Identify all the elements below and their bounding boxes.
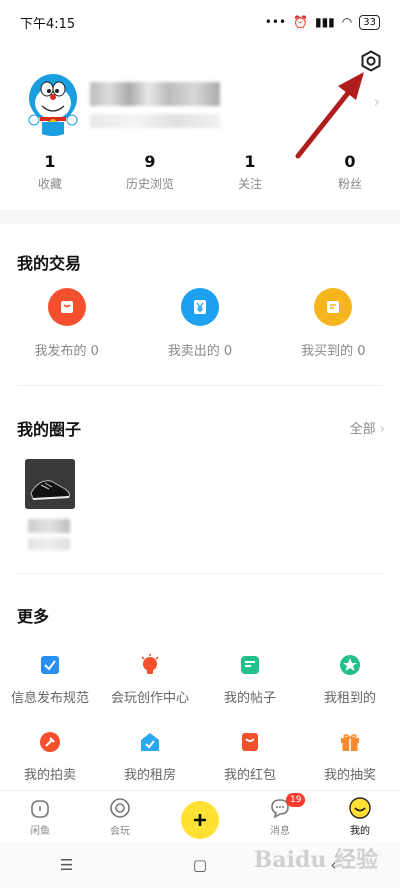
stat-value: 9 [144, 152, 156, 171]
signal-icon: ▮▮▮ [314, 15, 335, 29]
circle-name-redacted [28, 519, 70, 533]
yuan-icon [180, 288, 219, 326]
more-item-creator-center[interactable]: 会玩创作中心 [100, 653, 200, 706]
circle-info-redacted [28, 538, 70, 550]
more-item-label: 我的红包 [223, 768, 276, 783]
menu-icon[interactable]: ☰ [47, 850, 87, 880]
user-info-redacted [90, 114, 220, 128]
smiley-icon [349, 797, 371, 819]
more-item-label: 我的租房 [123, 768, 176, 783]
status-icons: ••• ⏰ ▮▮▮ ◠ 33 [264, 14, 380, 30]
tab-label: 闲鱼 [30, 826, 50, 837]
trade-sold[interactable]: 我卖出的 0 [133, 288, 266, 359]
more-item-label: 我租到的 [323, 691, 376, 706]
divider [17, 573, 383, 574]
bottom-tab-bar: 闲鱼 会玩 19 消息 我的 [0, 790, 400, 841]
more-item-my-posts[interactable]: 我的帖子 [200, 653, 300, 706]
doraemon-avatar-icon [28, 74, 78, 136]
status-time: 下午4:15 [20, 16, 76, 32]
star-badge-icon [338, 653, 362, 677]
trade-bought[interactable]: 我买到的 0 [267, 288, 400, 359]
more-grid-row1: 信息发布规范 会玩创作中心 我的帖子 我租到的 [0, 653, 400, 706]
more-item-rented[interactable]: 我租到的 [300, 653, 400, 706]
publish-button[interactable] [181, 801, 219, 839]
gear-icon [361, 50, 381, 72]
stat-value: 1 [244, 152, 256, 171]
wifi-icon: ◠ [341, 15, 353, 29]
stat-value: 1 [44, 152, 56, 171]
list-icon [314, 288, 353, 326]
stat-history[interactable]: 9 历史浏览 [100, 152, 200, 196]
lightbulb-icon [138, 653, 162, 677]
circle-all-label: 全部 [349, 422, 376, 437]
more-item-label: 会玩创作中心 [110, 691, 189, 706]
chevron-right-icon: › [379, 422, 385, 437]
trade-label: 我卖出的 0 [167, 344, 233, 359]
trade-label: 我买到的 0 [301, 344, 366, 359]
more-item-lottery[interactable]: 我的抽奖 [300, 730, 400, 783]
stat-favorites[interactable]: 1 收藏 [0, 152, 100, 196]
tab-messages[interactable]: 19 消息 [240, 791, 320, 841]
circle-section-title: 我的圈子 [17, 420, 82, 439]
stat-label: 收藏 [37, 177, 62, 191]
watermark: Baidu 经验 [253, 847, 378, 873]
more-grid-row2: 我的拍卖 我的租房 我的红包 我的抽奖 [0, 730, 400, 783]
checkmark-doc-icon [38, 653, 62, 677]
trade-section-title: 我的交易 [17, 254, 82, 273]
stat-label: 关注 [237, 177, 262, 191]
username-redacted [90, 82, 220, 106]
play-circle-icon [110, 798, 130, 818]
tab-label: 会玩 [110, 826, 130, 837]
chevron-right-icon: › [373, 92, 380, 111]
sneaker-photo-icon [25, 459, 75, 509]
trade-published[interactable]: 我发布的 0 [0, 288, 133, 359]
alarm-icon: ⏰ [293, 15, 308, 29]
stat-label: 粉丝 [337, 177, 362, 191]
stat-value: 0 [344, 152, 356, 171]
trade-section: 我发布的 0 我卖出的 0 我买到的 0 [0, 288, 400, 359]
more-item-label: 我的拍卖 [23, 768, 76, 783]
more-section-title: 更多 [17, 607, 50, 626]
more-item-auction[interactable]: 我的拍卖 [0, 730, 100, 783]
more-item-label: 信息发布规范 [10, 691, 89, 706]
tab-label: 消息 [270, 826, 290, 837]
house-icon [138, 730, 162, 754]
profile-header[interactable]: › [20, 70, 390, 148]
tab-label: 我的 [350, 826, 370, 837]
divider [17, 385, 383, 386]
gavel-icon [38, 730, 62, 754]
dots-icon: ••• [264, 15, 287, 29]
avatar[interactable] [20, 70, 86, 136]
circle-thumbnail[interactable] [25, 459, 75, 509]
stat-label: 历史浏览 [125, 177, 174, 191]
section-gap [0, 210, 400, 224]
trade-label: 我发布的 0 [34, 344, 99, 359]
bag-icon [47, 288, 86, 326]
home-square-icon[interactable]: ▢ [180, 850, 220, 880]
stat-following[interactable]: 1 关注 [200, 152, 300, 196]
tab-xianyu[interactable]: 闲鱼 [0, 791, 80, 841]
profile-stats: 1 收藏 9 历史浏览 1 关注 0 粉丝 [0, 152, 400, 196]
tab-huiwan[interactable]: 会玩 [80, 791, 160, 841]
plus-icon [194, 814, 206, 826]
red-packet-icon [238, 730, 262, 754]
gift-icon [338, 730, 362, 754]
more-item-label: 我的帖子 [223, 691, 276, 706]
status-bar: 下午4:15 ••• ⏰ ▮▮▮ ◠ 33 [0, 0, 400, 44]
stat-followers[interactable]: 0 粉丝 [300, 152, 400, 196]
battery-icon: 33 [359, 14, 380, 30]
tab-mine[interactable]: 我的 [320, 791, 400, 841]
more-item-red-packet[interactable]: 我的红包 [200, 730, 300, 783]
home-icon [31, 800, 49, 818]
message-badge: 19 [286, 793, 306, 807]
more-item-rental-house[interactable]: 我的租房 [100, 730, 200, 783]
post-icon [238, 653, 262, 677]
more-item-posting-rules[interactable]: 信息发布规范 [0, 653, 100, 706]
tab-publish[interactable] [160, 791, 240, 841]
circle-all-link[interactable]: 全部 › [350, 418, 385, 437]
more-item-label: 我的抽奖 [323, 768, 376, 783]
